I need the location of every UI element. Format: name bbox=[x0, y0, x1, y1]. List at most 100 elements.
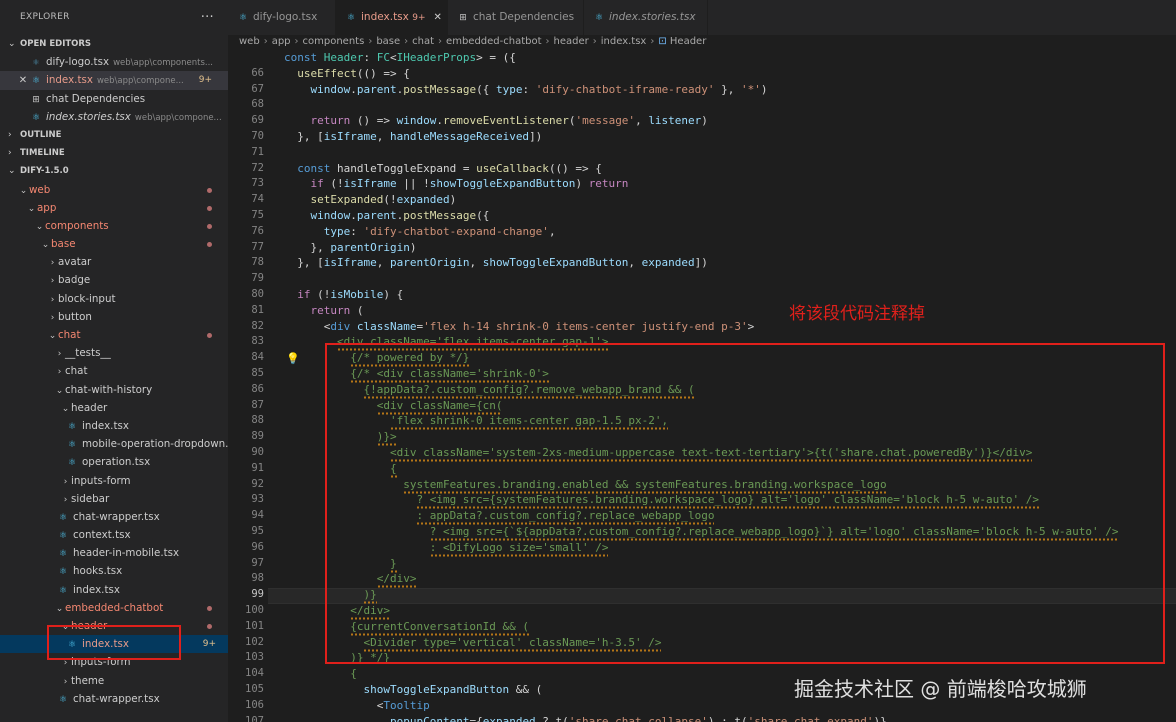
code-line[interactable]: if (!isIframe || !showToggleExpandButton… bbox=[284, 177, 629, 190]
chevron-right-icon: › bbox=[8, 148, 12, 159]
tsx-file-icon: ⚛ bbox=[58, 512, 68, 523]
problems-badge: 9+ bbox=[202, 639, 216, 650]
breadcrumb-item[interactable]: index.tsx bbox=[601, 36, 647, 47]
tab-index-active[interactable]: ⚛ index.tsx 9+ ✕ bbox=[336, 0, 448, 35]
breadcrumb-item[interactable]: base bbox=[376, 36, 400, 47]
annotation-text: 将该段代码注释掉 bbox=[789, 304, 925, 324]
breadcrumb-item[interactable]: web bbox=[239, 36, 260, 47]
tree-folder[interactable]: ⌄ embedded-chatbot bbox=[0, 599, 228, 617]
project-section[interactable]: ⌄ DIFY-1.5.0 bbox=[0, 162, 228, 180]
code-line[interactable]: }, [isIframe, parentOrigin, showToggleEx… bbox=[284, 256, 708, 269]
chevron-right-icon: › bbox=[650, 36, 655, 47]
line-number: 82 bbox=[251, 319, 264, 332]
tree-file[interactable]: ⚛ operation.tsx bbox=[0, 453, 228, 471]
tree-folder[interactable]: ⌄ components bbox=[0, 217, 228, 235]
line-number: 76 bbox=[251, 224, 264, 237]
tab-chat-dependencies[interactable]: ⊞ chat Dependencies bbox=[448, 0, 584, 35]
line-number: 107 bbox=[245, 714, 264, 722]
tree-folder[interactable]: ⌄ chat-with-history bbox=[0, 381, 228, 399]
tree-file[interactable]: ⚛ index.tsx bbox=[0, 417, 228, 435]
tsx-file-icon: ⚛ bbox=[594, 13, 604, 23]
open-editor-item[interactable]: ⚛ index.stories.tsx web\app\compone... bbox=[0, 108, 228, 126]
tree-folder[interactable]: › sidebar bbox=[0, 490, 228, 508]
tree-folder[interactable]: ⌄ web bbox=[0, 181, 228, 199]
modified-dot bbox=[207, 605, 212, 611]
code-line[interactable]: const handleToggleExpand = useCallback((… bbox=[284, 162, 602, 175]
tree-folder[interactable]: › theme bbox=[0, 672, 228, 690]
breadcrumb-item[interactable]: embedded-chatbot bbox=[446, 36, 541, 47]
code-line[interactable]: <Tooltip bbox=[284, 699, 430, 712]
close-tab-icon[interactable]: ✕ bbox=[434, 12, 442, 23]
code-line[interactable]: return () => window.removeEventListener(… bbox=[284, 114, 708, 127]
line-number: 103 bbox=[245, 651, 264, 664]
timeline-section[interactable]: › TIMELINE bbox=[0, 144, 228, 162]
tree-file[interactable]: ⚛ hooks.tsx bbox=[0, 562, 228, 580]
line-number: 100 bbox=[245, 604, 264, 616]
lightbulb-icon[interactable]: 💡 bbox=[286, 353, 300, 364]
tree-folder[interactable]: › __tests__ bbox=[0, 344, 228, 362]
sidebar-highlight-box bbox=[47, 625, 181, 660]
line-number: 94 bbox=[251, 509, 264, 522]
code-line[interactable]: }, [isIframe, handleMessageReceived]) bbox=[284, 130, 542, 143]
open-editor-item[interactable]: ⊞ chat Dependencies bbox=[0, 90, 228, 108]
tab-index-stories[interactable]: ⚛ index.stories.tsx bbox=[584, 0, 708, 35]
tree-file[interactable]: ⚛ mobile-operation-dropdown... bbox=[0, 435, 228, 453]
tsx-file-icon: ⚛ bbox=[238, 13, 248, 23]
chevron-down-icon: ⌄ bbox=[27, 203, 36, 214]
close-icon[interactable]: ✕ bbox=[17, 72, 29, 89]
code-line[interactable]: showToggleExpandButton && ( bbox=[284, 683, 542, 696]
tree-file[interactable]: ⚛ index.tsx bbox=[0, 581, 228, 599]
code-line[interactable]: if (!isMobile) { bbox=[284, 288, 403, 301]
chevron-right-icon: › bbox=[63, 676, 68, 687]
tree-file[interactable]: ⚛ chat-wrapper.tsx bbox=[0, 508, 228, 526]
open-editor-item[interactable]: ✕ ⚛ index.tsx web\app\compone... 9+ bbox=[0, 71, 228, 90]
chevron-right-icon: › bbox=[294, 36, 299, 47]
chevron-down-icon: ⌄ bbox=[35, 221, 44, 232]
tree-file[interactable]: ⚛ chat-wrapper.tsx bbox=[0, 690, 228, 708]
code-line[interactable]: useEffect(() => { bbox=[284, 67, 410, 80]
sticky-scroll-header[interactable]: const Header: FC<IHeaderProps> = ({ bbox=[284, 51, 516, 64]
tree-folder[interactable]: › avatar bbox=[0, 253, 228, 271]
tsx-file-icon: ⚛ bbox=[67, 458, 77, 469]
breadcrumb-item[interactable]: app bbox=[272, 36, 291, 47]
code-line[interactable]: window.parent.postMessage({ type: 'dify-… bbox=[284, 83, 768, 96]
breadcrumb-item[interactable]: components bbox=[303, 36, 365, 47]
code-line[interactable]: <div className='flex h-14 shrink-0 items… bbox=[284, 320, 755, 333]
chevron-right-icon: › bbox=[592, 36, 597, 47]
breadcrumb-item[interactable]: Header bbox=[670, 36, 706, 47]
chevron-down-icon: ⌄ bbox=[48, 331, 57, 341]
modified-dot bbox=[207, 624, 212, 629]
tree-folder[interactable]: › block-input bbox=[0, 290, 228, 308]
breadcrumb-item[interactable]: header bbox=[554, 36, 589, 47]
tab-dify-logo[interactable]: ⚛ dify-logo.tsx bbox=[228, 0, 336, 35]
line-number: 98 bbox=[251, 572, 264, 585]
tree-folder[interactable]: › inputs-form bbox=[0, 472, 228, 490]
tree-folder[interactable]: ⌄ header bbox=[0, 399, 228, 417]
tree-file[interactable]: ⚛ context.tsx bbox=[0, 526, 228, 544]
line-number: 74 bbox=[251, 193, 264, 206]
code-line[interactable]: return ( bbox=[284, 304, 364, 317]
tree-folder[interactable]: › badge bbox=[0, 271, 228, 289]
tree-folder[interactable]: › chat bbox=[0, 362, 228, 380]
tree-folder[interactable]: ⌄ app bbox=[0, 199, 228, 217]
code-line[interactable]: type: 'dify-chatbot-expand-change', bbox=[284, 225, 556, 238]
code-line[interactable]: popupContent={expanded ? t('share.chat.c… bbox=[284, 715, 887, 722]
code-line[interactable]: { bbox=[284, 667, 357, 680]
code-line[interactable]: setExpanded(!expanded) bbox=[284, 193, 457, 206]
breadcrumb-item[interactable]: chat bbox=[412, 36, 434, 47]
tree-file[interactable]: ⚛ header-in-mobile.tsx bbox=[0, 544, 228, 562]
chevron-right-icon: › bbox=[404, 36, 409, 47]
tree-folder[interactable]: › button bbox=[0, 308, 228, 326]
dependencies-icon: ⊞ bbox=[459, 13, 467, 23]
open-editor-item[interactable]: ⚛ dify-logo.tsx web\app\components... bbox=[0, 53, 228, 71]
code-line[interactable]: window.parent.postMessage({ bbox=[284, 209, 490, 222]
modified-dot bbox=[207, 242, 212, 248]
outline-section[interactable]: › OUTLINE bbox=[0, 126, 228, 144]
tree-folder[interactable]: ⌄ base bbox=[0, 235, 228, 253]
more-actions-icon[interactable]: ··· bbox=[201, 0, 214, 35]
tsx-file-icon: ⚛ bbox=[67, 440, 77, 451]
code-line[interactable]: }, parentOrigin) bbox=[284, 241, 416, 254]
open-editors-section[interactable]: ⌄ OPEN EDITORS bbox=[0, 35, 228, 53]
chevron-right-icon: › bbox=[263, 36, 268, 47]
tree-folder[interactable]: ⌄ chat bbox=[0, 326, 228, 344]
